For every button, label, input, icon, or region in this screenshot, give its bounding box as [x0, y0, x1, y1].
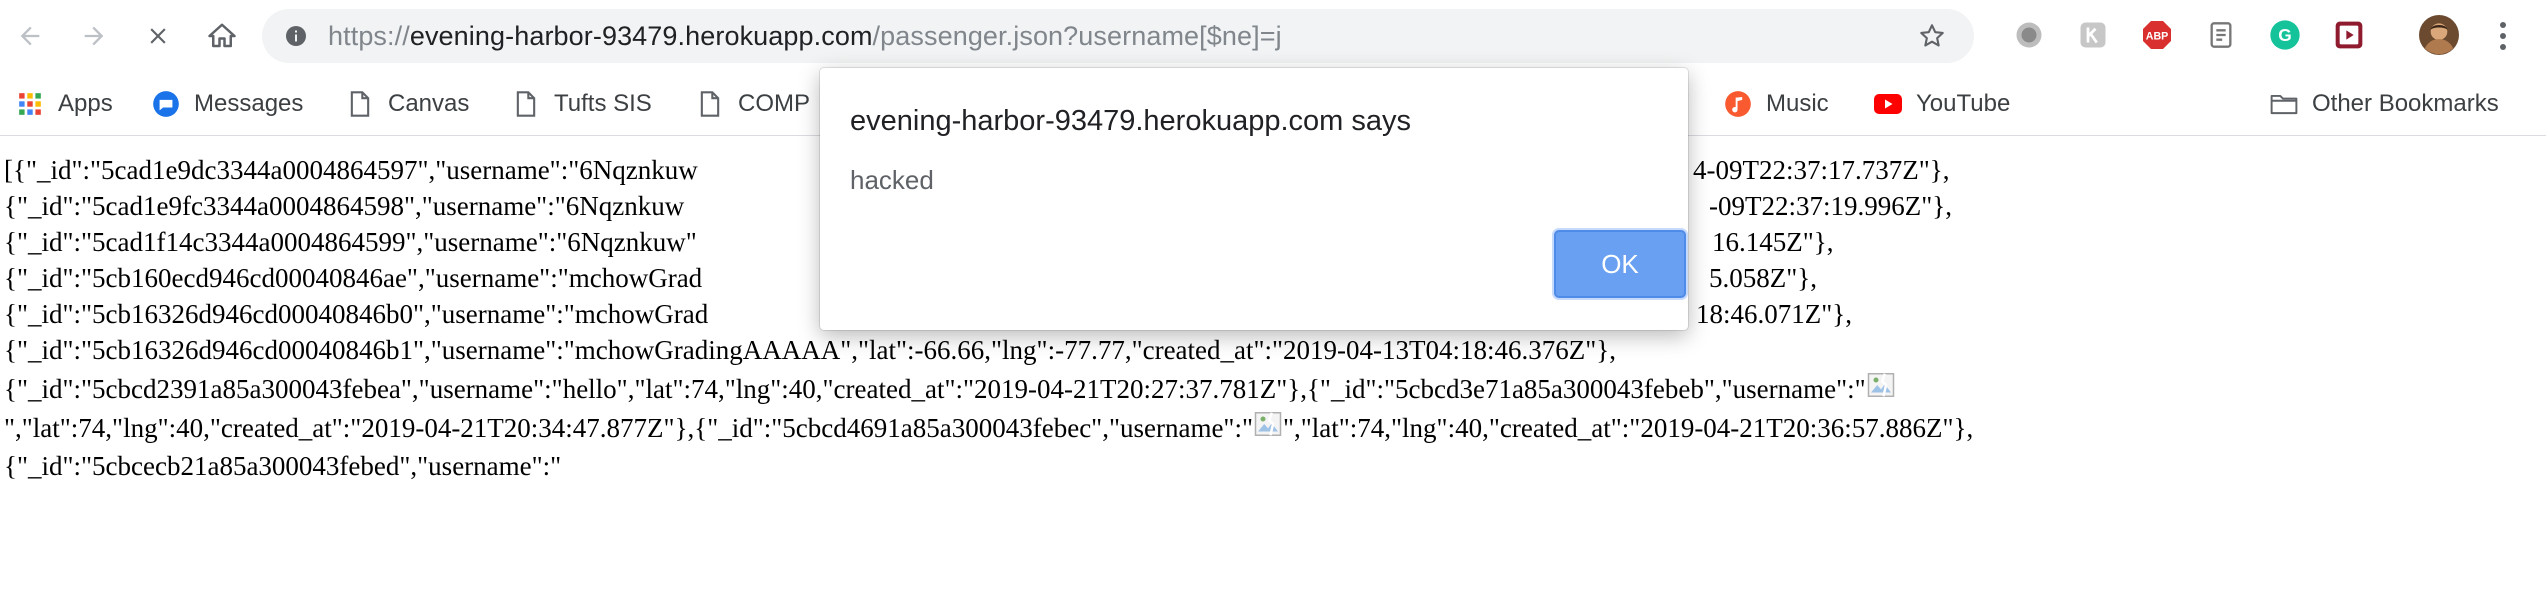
bookmark-comp[interactable]: COMP — [696, 72, 810, 136]
json-fragment: 18:46.071Z"}, — [1696, 299, 1852, 329]
bookmark-label: Other Bookmarks — [2312, 90, 2499, 117]
browser-toolbar: https://evening-harbor-93479.herokuapp.c… — [0, 0, 2546, 72]
video-player-icon[interactable] — [2332, 18, 2366, 52]
grammarly-icon[interactable]: G — [2268, 18, 2302, 52]
home-button[interactable] — [202, 16, 242, 56]
reader-page-icon[interactable] — [2204, 18, 2238, 52]
page-icon — [512, 90, 540, 118]
broken-image-icon — [1866, 370, 1896, 400]
json-line: {"_id":"5cbcecb21a85a300043febed","usern… — [4, 451, 562, 481]
adblock-plus-icon[interactable]: ABP — [2140, 18, 2174, 52]
bookmark-canvas[interactable]: Canvas — [346, 72, 469, 136]
dialog-message: hacked — [850, 165, 934, 195]
bookmark-label: COMP — [738, 90, 810, 117]
alert-dialog: evening-harbor-93479.herokuapp.com says … — [820, 68, 1688, 330]
bookmark-music[interactable]: Music — [1724, 72, 1829, 136]
back-arrow-icon — [20, 26, 40, 46]
profile-avatar[interactable] — [2418, 14, 2460, 56]
close-x-icon — [150, 28, 166, 44]
bookmark-apps[interactable]: Apps — [16, 72, 113, 136]
bookmark-label: Messages — [194, 90, 304, 117]
bookmark-label: Tufts SIS — [554, 90, 652, 117]
bookmark-messages[interactable]: Messages — [152, 72, 303, 136]
info-icon[interactable] — [284, 24, 308, 48]
url-path: /passenger.json?username[$ne]=j — [872, 21, 1282, 51]
stop-button[interactable] — [138, 16, 178, 56]
home-icon — [208, 23, 236, 48]
extension-circle-icon[interactable] — [2012, 18, 2046, 52]
music-icon — [1724, 90, 1752, 118]
json-fragment: 4-09T22:37:17.737Z"}, — [1693, 155, 1950, 185]
bookmark-tufts-sis[interactable]: Tufts SIS — [512, 72, 652, 136]
forward-button[interactable] — [74, 16, 114, 56]
bookmark-star-icon[interactable] — [1918, 22, 1946, 50]
bookmark-label: YouTube — [1916, 90, 2011, 117]
url-host: evening-harbor-93479.herokuapp.com — [409, 21, 873, 51]
dialog-title: evening-harbor-93479.herokuapp.com says — [850, 105, 1412, 137]
folder-icon — [2270, 90, 2298, 118]
apps-grid-icon — [16, 90, 44, 118]
json-line: {"_id":"5cbcd2391a85a300043febea","usern… — [4, 368, 2544, 408]
page-icon — [346, 90, 374, 118]
forward-arrow-icon — [84, 26, 104, 46]
json-fragment: 5.058Z"}, — [1709, 263, 1817, 293]
svg-text:G: G — [2278, 25, 2291, 45]
back-button[interactable] — [10, 16, 50, 56]
bookmark-youtube[interactable]: YouTube — [1874, 72, 2010, 136]
json-line: ","lat":74,"lng":40,"created_at":"2019-0… — [4, 408, 2544, 448]
json-fragment: -09T22:37:19.996Z"}, — [1709, 191, 1952, 221]
bookmark-other-bookmarks[interactable]: Other Bookmarks — [2270, 72, 2499, 136]
bookmark-label: Apps — [58, 90, 113, 117]
page-icon — [696, 90, 724, 118]
svg-text:ABP: ABP — [2146, 31, 2169, 43]
chrome-menu-button[interactable] — [2486, 14, 2520, 58]
url-scheme: https:// — [328, 21, 410, 51]
broken-image-icon — [1253, 409, 1283, 439]
json-fragment: 16.145Z"}, — [1712, 227, 1834, 257]
bookmark-label: Canvas — [388, 90, 470, 117]
messages-icon — [152, 90, 180, 118]
extension-k-icon[interactable] — [2076, 18, 2110, 52]
youtube-icon — [1874, 90, 1902, 118]
address-bar[interactable]: https://evening-harbor-93479.herokuapp.c… — [262, 9, 1974, 63]
ok-button[interactable]: OK — [1554, 230, 1686, 298]
bookmark-label: Music — [1766, 90, 1829, 117]
url-text[interactable]: https://evening-harbor-93479.herokuapp.c… — [328, 9, 1282, 63]
json-line: {"_id":"5cb16326d946cd00040846b1","usern… — [4, 335, 1616, 365]
